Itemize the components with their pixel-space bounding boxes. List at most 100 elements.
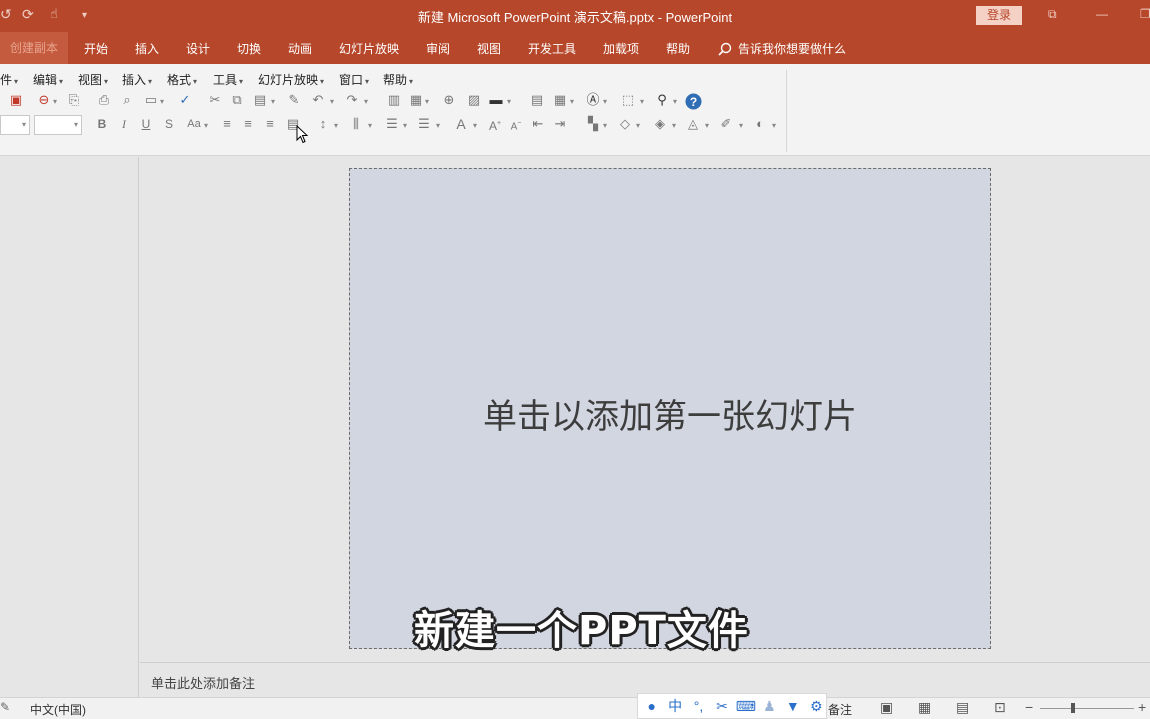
tab-file[interactable]: 创建副本 [0,32,68,64]
tab-addins[interactable]: 加载项 [603,40,639,57]
tab-view[interactable]: 视图 [477,40,501,57]
tab-help[interactable]: 帮助 [666,40,690,57]
chevron-down-icon[interactable]: ▾ [603,97,607,106]
shrink-font-icon[interactable]: A− [508,116,524,132]
format-painter-icon[interactable]: ✎ [286,92,302,108]
chevron-down-icon[interactable]: ▾ [640,97,644,106]
paint-bucket-icon[interactable]: ◬ [685,116,701,132]
shapes-icon[interactable]: ⬚ [620,92,636,108]
picture-icon[interactable]: ▨ [466,92,482,108]
bold-icon[interactable]: B [94,116,110,132]
chevron-down-icon[interactable]: ▾ [636,121,640,130]
numbering-icon[interactable]: ☰ [384,116,400,132]
paste-icon[interactable]: ▤ [252,92,268,108]
tab-design[interactable]: 设计 [186,40,210,57]
slide-layout-icon[interactable]: ▤ [529,92,545,108]
shape-fill-icon[interactable]: ◈ [652,116,668,132]
print-icon[interactable]: ⎙ [96,92,112,108]
notes-placeholder[interactable]: 单击此处添加备注 [151,673,255,692]
restore-icon[interactable]: ❐ [1140,7,1150,21]
chevron-down-icon[interactable]: ▾ [403,121,407,130]
chevron-down-icon[interactable]: ▾ [672,121,676,130]
print-preview-icon[interactable]: ⌕ [119,92,135,108]
grow-font-icon[interactable]: A+ [487,116,503,133]
reading-view-icon[interactable]: ▤ [956,699,969,716]
notes-pane[interactable]: 单击此处添加备注 [140,662,1150,697]
login-button[interactable]: 登录 [976,6,1022,25]
notes-toggle-button[interactable]: 备注 [828,701,852,718]
tab-review[interactable]: 审阅 [426,40,450,57]
chevron-down-icon[interactable]: ▾ [739,121,743,130]
fill-color-icon[interactable]: ▬ [488,92,504,108]
chevron-down-icon[interactable]: ▾ [364,97,368,106]
punctuation-icon[interactable]: °, [689,698,708,714]
tab-home[interactable]: 开始 [84,40,108,57]
copy-icon[interactable]: ⧉ [229,92,245,108]
tell-me-search[interactable]: 告诉我你想要做什么 [718,40,846,57]
menu-format[interactable]: 格式 ▾ [167,71,197,88]
tab-slideshow[interactable]: 幻灯片放映 [339,40,399,57]
normal-view-icon[interactable]: ▣ [880,699,893,716]
sections-icon[interactable]: ▦ [552,92,568,108]
shape-effects-icon[interactable]: ◐ [752,116,768,132]
permission-icon[interactable]: ⊖ [36,92,52,108]
increase-indent-icon[interactable]: ⇥ [552,116,568,132]
chevron-down-icon[interactable]: ▾ [473,121,477,130]
chevron-down-icon[interactable]: ▾ [368,121,372,130]
table-icon[interactable]: ▦ [408,92,424,108]
menu-insert[interactable]: 插入 ▾ [122,71,152,88]
columns-icon[interactable]: ⫼ [348,116,364,132]
menu-edit[interactable]: 编辑 ▾ [33,71,63,88]
decrease-indent-icon[interactable]: ⇤ [530,116,546,132]
tab-transitions[interactable]: 切换 [237,40,261,57]
change-case-icon[interactable]: Aa [184,116,204,132]
open-icon[interactable]: ▣ [8,92,24,108]
spell-check-status-icon[interactable]: ✎ [0,700,10,714]
arrange-icon[interactable]: ▚ [585,116,601,132]
align-left-icon[interactable]: ≡ [219,116,235,132]
help-icon[interactable]: ? [685,93,702,110]
keyboard-icon[interactable]: ⌨ [736,698,756,715]
bullets-icon[interactable]: ☰ [416,116,432,132]
slide-canvas[interactable]: 单击以添加第一张幻灯片 [349,168,991,649]
shirt-icon[interactable]: ▼ [783,698,802,714]
chart-icon[interactable]: ▥ [386,92,402,108]
redo-icon[interactable]: ↷ [344,92,360,108]
chevron-down-icon[interactable]: ▾ [772,121,776,130]
chevron-down-icon[interactable]: ▾ [570,97,574,106]
user-icon[interactable]: ● [642,698,661,714]
shape-outline-icon[interactable]: ✐ [718,116,734,132]
shadow-icon[interactable]: S [161,116,177,132]
menu-window[interactable]: 窗口 ▾ [339,71,369,88]
menu-view[interactable]: 视图 ▾ [78,71,108,88]
chevron-down-icon[interactable]: ▾ [330,97,334,106]
scissors-icon[interactable]: ✂ [712,698,731,715]
zoom-slider-thumb[interactable] [1070,703,1075,713]
tab-developer[interactable]: 开发工具 [528,40,576,57]
person-icon[interactable]: ♟ [760,698,779,715]
font-color-icon[interactable]: A [453,116,469,132]
zoom-in-icon[interactable]: + [1138,699,1146,715]
chevron-down-icon[interactable]: ▾ [705,121,709,130]
chevron-down-icon[interactable]: ▾ [425,97,429,106]
cut-icon[interactable]: ✂ [207,92,223,108]
italic-icon[interactable]: I [116,116,132,132]
line-spacing-icon[interactable]: ↕ [315,116,331,132]
zoom-out-icon[interactable]: − [1025,699,1033,715]
quick-styles-icon[interactable]: ◇ [617,116,633,132]
menu-help[interactable]: 帮助 ▾ [383,71,413,88]
chevron-down-icon[interactable]: ▾ [271,97,275,106]
chevron-down-icon[interactable]: ▾ [673,97,677,106]
chevron-down-icon[interactable]: ▾ [603,121,607,130]
layout-icon[interactable]: ▭ [143,92,159,108]
menu-file[interactable]: 件 ▾ [0,71,18,88]
slide-thumbnail-pane[interactable] [0,157,139,697]
add-first-slide-prompt[interactable]: 单击以添加第一张幻灯片 [350,389,990,438]
tab-insert[interactable]: 插入 [135,40,159,57]
chevron-down-icon[interactable]: ▾ [53,97,57,106]
tab-animations[interactable]: 动画 [288,40,312,57]
menu-tools[interactable]: 工具 ▾ [213,71,243,88]
language-indicator[interactable]: 中文(中国) [30,701,86,718]
gear-icon[interactable]: ⚙ [807,698,826,715]
chevron-down-icon[interactable]: ▾ [436,121,440,130]
